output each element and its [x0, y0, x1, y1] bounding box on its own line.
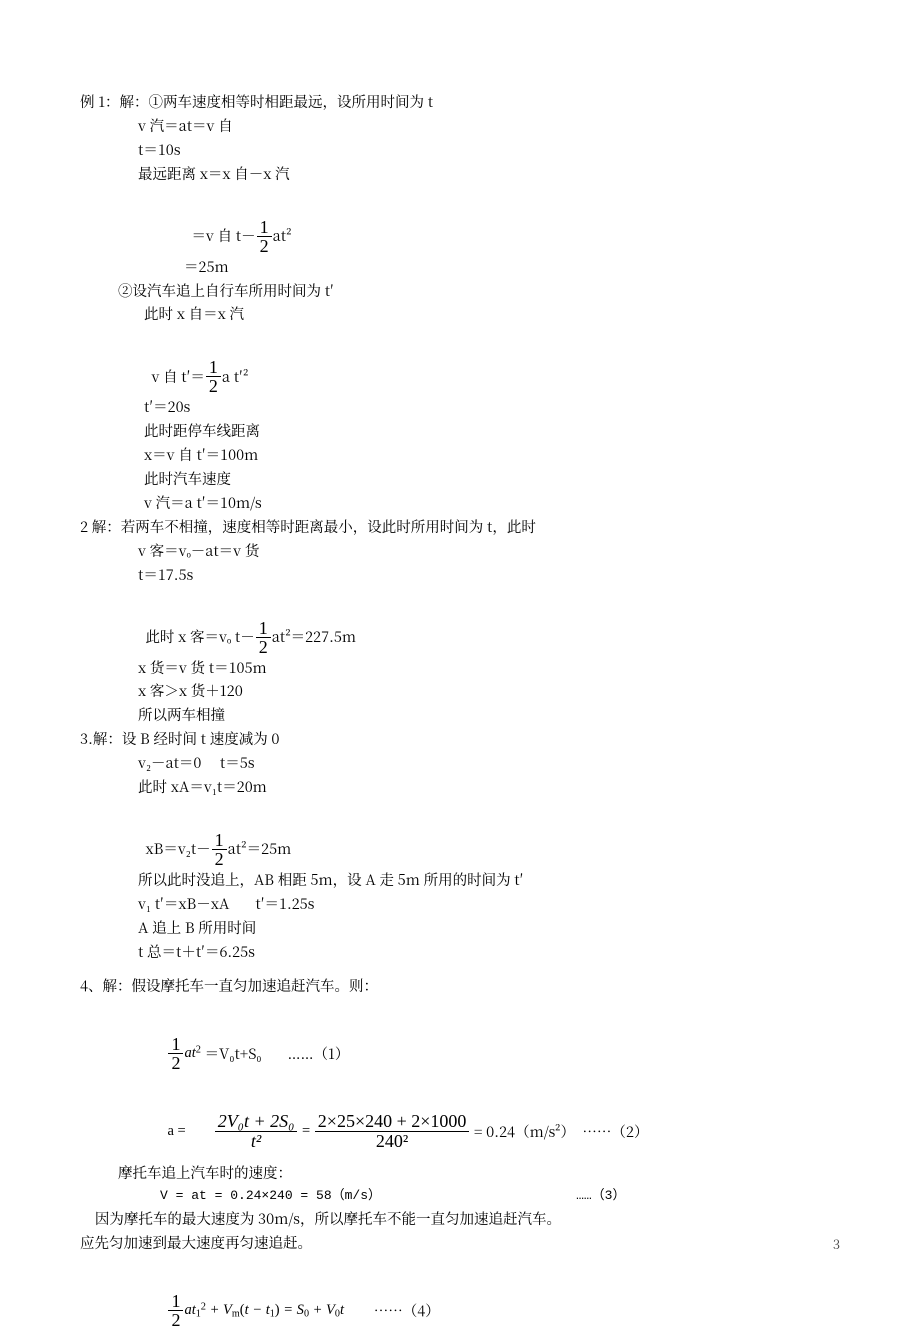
fraction-eq2a: 2V₀t + 2S₀ t² [215, 1112, 298, 1151]
ex2-header: 2 解：若两车不相撞，速度相等时距离最小，设此时所用时间为 t，此时 [80, 515, 840, 539]
ex1-l1: v 汽＝at＝v 自 [138, 114, 840, 138]
ex2-l6: 所以两车相撞 [138, 703, 840, 727]
ex2-l1: v 客＝vₒ－at＝v 货 [138, 539, 840, 563]
ex4-l3: 摩托车追上汽车时的速度： [118, 1161, 840, 1185]
ex4-eq2-lhs: a = [167, 1116, 185, 1148]
ex1-l8: v 自 t′＝ 12 a t′² [144, 326, 840, 395]
ex4-eq1b: ＝V₀t+S₀ ……（1） [205, 1038, 350, 1070]
ex1-l2: t＝10s [138, 138, 840, 162]
ex2-l3: 此时 x 客＝vₒ t－ 12 at²＝227.5m [138, 587, 840, 656]
ex1-l10: 此时距停车线距离 [144, 419, 840, 443]
ex1-l3: 最远距离 x＝x 自－x 汽 [138, 162, 840, 186]
ex3-l4: 所以此时没追上，AB 相距 5m，设 A 走 5m 所用的时间为 t′ [138, 868, 840, 892]
ex3-l3b: at²＝25m [228, 833, 292, 865]
ex4-l6: 应先匀加速到最大速度再匀速追赶。 [80, 1231, 840, 1255]
ex4-eq4-rhs: ……（4） [344, 1295, 440, 1327]
ex3-header: 3.解：设 B 经时间 t 速度减为 0 [80, 727, 840, 751]
fraction-half-6: 12 [168, 1292, 183, 1329]
fraction-half-4: 12 [212, 831, 227, 868]
ex1-l4a: ＝v 自 t－ [191, 220, 255, 252]
ex2-l3b: at²＝227.5m [272, 621, 356, 653]
ex4-eq2-rhs: = 0.24（m/s²） ……（2） [474, 1116, 648, 1148]
fraction-half-2: 12 [206, 358, 221, 395]
ex1-l4: ＝v 自 t－ 12 at² [184, 186, 840, 255]
ex2-l3a: 此时 x 客＝vₒ t－ [145, 621, 254, 653]
ex1-l7: 此时 x 自＝x 汽 [144, 302, 840, 326]
ex4-header: 4、解：假设摩托车一直匀加速追赶汽车。则： [80, 974, 840, 998]
ex1-header: 例 1：解：①两车速度相等时相距最远，设所用时间为 t [80, 90, 840, 114]
ex1-l13: v 汽＝a t′＝10m/s [144, 491, 840, 515]
ex1-l6: ②设汽车追上自行车所用时间为 t′ [118, 279, 840, 303]
ex2-l2: t＝17.5s [138, 563, 840, 587]
ex4-eq4: 12 at12 + Vm(t − t1) = S0 + V0t ……（4） [160, 1255, 840, 1330]
ex3-l3: xB＝v₂t－ 12 at²＝25m [138, 799, 840, 868]
ex3-l2: 此时 xA＝v₁t＝20m [138, 775, 840, 799]
ex1-l9: t′＝20s [144, 395, 840, 419]
ex1-l8b: a t′² [222, 361, 248, 393]
ex2-l4: x 货＝v 货 t＝105m [138, 656, 840, 680]
ex4-eq1: 12 at2 ＝V₀t+S₀ ……（1） [160, 998, 840, 1073]
ex3-l7: t 总＝t＋t′＝6.25s [138, 940, 840, 964]
fraction-half-3: 12 [256, 619, 271, 656]
ex3-l1: v₂－at＝0 t＝5s [138, 751, 840, 775]
ex1-l5: ＝25m [184, 255, 840, 279]
ex4-l4: V = at = 0.24×240 = 58（m/s） ……（3） [160, 1185, 840, 1206]
ex4-l5: 因为摩托车的最大速度为 30m/s，所以摩托车不能一直匀加速追赶汽车。 [80, 1207, 840, 1231]
fraction-half-1: 12 [257, 218, 272, 255]
fraction-eq2b: 2×25×240 + 2×1000 240² [315, 1112, 470, 1151]
page-number: 3 [833, 1233, 840, 1254]
ex3-l5: v₁ t′＝xB－xA t′＝1.25s [138, 892, 840, 916]
ex1-l11: x＝v 自 t′＝100m [144, 443, 840, 467]
ex3-l6: A 追上 B 所用时间 [138, 916, 840, 940]
ex1-l4b: at² [273, 220, 292, 252]
ex1-l8a: v 自 t′＝ [151, 361, 204, 393]
ex1-l12: 此时汽车速度 [144, 467, 840, 491]
ex4-eq2: a = 2V₀t + 2S₀ t² = 2×25×240 + 2×1000 24… [160, 1080, 840, 1151]
ex2-l5: x 客＞x 货＋120 [138, 679, 840, 703]
ex3-l3a: xB＝v₂t－ [145, 833, 210, 865]
fraction-half-5: 12 [168, 1035, 183, 1072]
